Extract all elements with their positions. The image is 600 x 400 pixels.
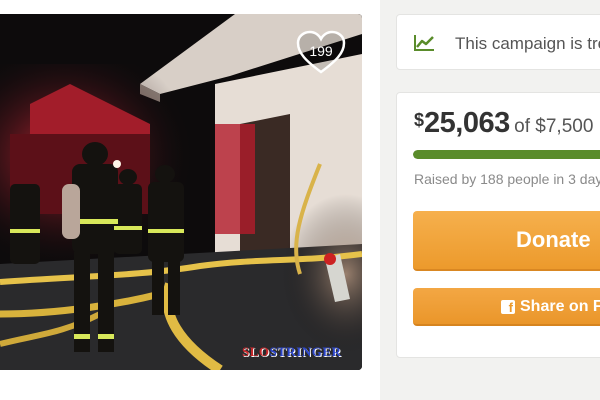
goal-amount: of $7,500 <box>514 116 594 137</box>
progress-bar <box>413 150 600 159</box>
amount-line: $25,063 of $7,500 <box>414 107 593 140</box>
currency-symbol: $ <box>414 110 425 130</box>
photo-watermark: SLOSTRINGER <box>242 344 341 360</box>
donate-label: Donate <box>516 227 591 252</box>
watermark-stringer: STRINGER <box>269 344 342 359</box>
donation-panel: $25,063 of $7,500 Raised by 188 people i… <box>396 92 600 358</box>
share-label: Share on F <box>520 298 600 315</box>
amount-raised: 25,063 <box>424 107 510 139</box>
donate-button[interactable]: Donate <box>413 211 600 271</box>
facebook-icon: f <box>501 300 515 315</box>
trend-line-icon <box>414 35 434 51</box>
trending-banner: This campaign is tre <box>396 14 600 70</box>
like-button[interactable]: 199 <box>296 30 346 76</box>
like-count: 199 <box>309 43 333 59</box>
progress-fill <box>413 150 600 159</box>
campaign-photo[interactable]: 199 SLOSTRINGER <box>0 14 362 370</box>
raised-by-text: Raised by 188 people in 3 days <box>414 171 600 187</box>
watermark-slo: SLO <box>242 344 270 359</box>
trending-text: This campaign is tre <box>455 34 600 53</box>
share-facebook-button[interactable]: f Share on F <box>413 288 600 326</box>
